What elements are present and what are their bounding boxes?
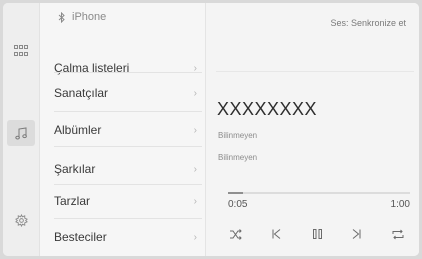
track-artist: Bilinmeyen (218, 131, 258, 140)
total-time: 1:00 (390, 199, 410, 210)
chevron-right-icon: › (193, 124, 197, 136)
track-album: Bilinmeyen (218, 153, 258, 162)
menu-item-label: Tarzlar (54, 194, 91, 208)
next-button[interactable] (341, 223, 371, 245)
chevron-right-icon: › (193, 195, 197, 207)
divider (54, 146, 202, 147)
elapsed-time: 0:05 (228, 199, 248, 210)
progress-fill (228, 192, 244, 194)
chevron-right-icon: › (193, 231, 197, 243)
repeat-button[interactable] (383, 223, 413, 245)
menu-item-label: Albümler (54, 123, 102, 137)
pause-icon (312, 229, 322, 239)
track-title: XXXXXXXX (217, 99, 318, 119)
now-playing-panel: Ses: Senkronize et XXXXXXXX Bilinmeyen B… (205, 3, 419, 256)
previous-icon (272, 229, 280, 239)
menu-item-label: Şarkılar (54, 162, 96, 176)
progress-bar[interactable] (228, 192, 410, 194)
pause-button[interactable] (302, 223, 332, 245)
next-icon (352, 229, 360, 239)
menu-item-genres[interactable]: Tarzlar › (40, 181, 205, 221)
side-rail (3, 3, 40, 256)
chevron-right-icon: › (193, 163, 197, 175)
music-category-list: iPhone Çalma listeleri › Sanatçılar › Al… (40, 3, 205, 256)
settings-gear-icon[interactable] (3, 208, 39, 232)
menu-item-label: Besteciler (54, 230, 107, 244)
bluetooth-icon (58, 11, 65, 23)
menu-item-artists[interactable]: Sanatçılar › (40, 73, 205, 113)
source-label: iPhone (72, 11, 107, 23)
menu-item-label: Sanatçılar (54, 86, 109, 100)
menu-item-composers[interactable]: Besteciler › (40, 217, 205, 256)
menu-item-albums[interactable]: Albümler › (40, 110, 205, 150)
music-note-icon[interactable] (3, 121, 39, 145)
previous-button[interactable] (261, 223, 291, 245)
head-unit-screen: iPhone Çalma listeleri › Sanatçılar › Al… (3, 3, 419, 256)
repeat-icon (392, 229, 404, 239)
sync-button[interactable]: Ses: Senkronize et (330, 18, 406, 28)
apps-grid-icon[interactable] (3, 39, 39, 63)
shuffle-button[interactable] (221, 223, 251, 245)
divider (216, 71, 414, 72)
chevron-right-icon: › (193, 87, 197, 99)
shuffle-icon (230, 228, 242, 240)
source-indicator[interactable]: iPhone (58, 11, 106, 23)
